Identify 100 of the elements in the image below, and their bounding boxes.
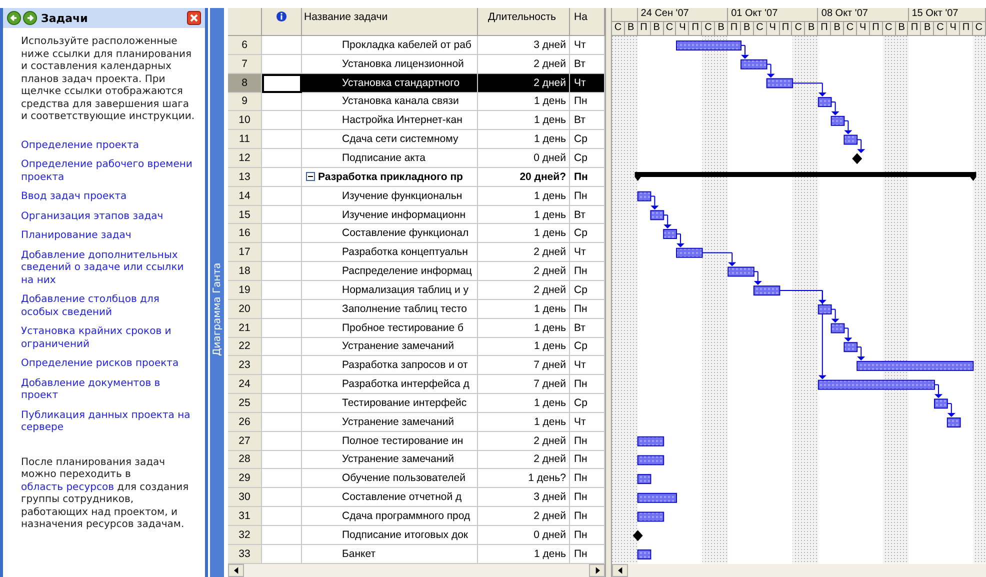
task-row[interactable]: 18 Распределение информац 2 дней Пн [228, 262, 605, 281]
task-row[interactable]: 15 Изучение информационн 1 день Вт [228, 206, 605, 224]
task-row[interactable]: 29 Обучение пользователей 1 день? Пн [228, 469, 605, 488]
task-row[interactable]: 19 Нормализация таблиц и у 2 дней Ср [228, 280, 605, 300]
task-row[interactable]: 17 Разработка концептуальн 2 дней Чт [228, 243, 605, 262]
collapse-icon[interactable] [306, 172, 315, 182]
task-row[interactable]: 11 Сдача сети системному 1 день Ср [228, 130, 605, 150]
milestone-diamond[interactable] [852, 153, 862, 164]
task-bar[interactable] [830, 116, 845, 126]
row-number[interactable]: 23 [228, 356, 262, 376]
row-number[interactable]: 14 [228, 186, 262, 206]
task-bar[interactable] [753, 286, 780, 296]
task-row[interactable]: 12 Подписание акта 0 дней Ср [228, 149, 605, 168]
task-bar[interactable] [766, 78, 794, 88]
row-number[interactable]: 21 [228, 318, 262, 338]
column-header[interactable]: Длительность [478, 8, 570, 36]
task-bar[interactable] [844, 134, 858, 145]
row-number[interactable]: 24 [228, 375, 262, 394]
row-number[interactable]: 15 [228, 206, 262, 224]
task-bar[interactable] [637, 455, 664, 466]
task-row[interactable]: 33 Банкет 1 день Пн [228, 544, 605, 564]
task-bar[interactable] [844, 342, 858, 352]
task-link[interactable]: Установка крайних сроков и ограничений [21, 326, 197, 351]
scroll-left-button[interactable] [612, 564, 628, 577]
task-bar[interactable] [637, 474, 652, 484]
column-header[interactable]: На [570, 8, 605, 36]
row-number[interactable]: 31 [228, 507, 262, 526]
task-link[interactable]: Определение рабочего времени проекта [21, 159, 197, 184]
task-link[interactable]: Добавление дополнительных сведений о задаче или ссылки на них [21, 250, 197, 287]
row-number[interactable]: 29 [228, 469, 262, 488]
milestone-diamond[interactable] [632, 530, 643, 542]
task-link[interactable]: Определение рисков проекта [21, 358, 197, 370]
task-bar[interactable] [637, 549, 652, 560]
resources-link[interactable]: область ресурсов [21, 482, 114, 492]
row-number[interactable]: 32 [228, 526, 262, 545]
task-link[interactable]: Определение проекта [21, 140, 197, 152]
task-row[interactable]: 13 Разработка прикладного пр 20 дней? Пн [228, 168, 605, 187]
task-row[interactable]: 14 Изучение функциональн 1 день Пн [228, 186, 605, 206]
task-bar[interactable] [740, 59, 768, 70]
task-row[interactable]: 6 Прокладка кабелей от раб 3 дней Чт [228, 36, 605, 55]
task-link[interactable]: Добавление столбцов для особых сведений [21, 294, 197, 319]
row-number[interactable]: 7 [228, 54, 262, 74]
task-row[interactable]: 31 Сдача программного прод 2 дней Пн [228, 507, 605, 526]
forward-icon[interactable] [23, 11, 37, 25]
summary-bar[interactable] [634, 172, 976, 181]
column-header[interactable]: Название задачи [302, 8, 478, 36]
row-number[interactable]: 20 [228, 300, 262, 319]
row-number[interactable]: 16 [228, 224, 262, 244]
task-bar[interactable] [637, 492, 677, 503]
row-number[interactable]: 22 [228, 338, 262, 356]
row-number[interactable]: 27 [228, 432, 262, 451]
task-row[interactable]: 22 Устранение замечаний 1 день Ср [228, 338, 605, 356]
row-number[interactable]: 33 [228, 544, 262, 564]
task-row[interactable]: 28 Устранение замечаний 2 дней Пн [228, 450, 605, 470]
row-number[interactable]: 6 [228, 36, 262, 55]
task-row[interactable]: 25 Тестирование интерфейс 1 день Ср [228, 394, 605, 413]
row-number[interactable]: 30 [228, 488, 262, 508]
task-row[interactable]: 7 Установка лицензионной 2 дней Вт [228, 54, 605, 74]
row-number[interactable]: 18 [228, 262, 262, 281]
task-link[interactable]: Ввод задач проекта [21, 191, 197, 204]
task-bar[interactable] [676, 40, 742, 50]
row-number[interactable]: 28 [228, 450, 262, 470]
row-number[interactable]: 11 [228, 130, 262, 150]
task-bar[interactable] [818, 380, 935, 390]
task-bar[interactable] [946, 418, 961, 428]
task-link[interactable]: Планирование задач [21, 230, 197, 242]
row-number[interactable]: 10 [228, 111, 262, 130]
row-number[interactable]: 19 [228, 280, 262, 300]
task-row[interactable]: 8 Установка стандартного 2 дней Чт [228, 74, 605, 93]
corner-cell[interactable] [228, 8, 262, 36]
task-bar[interactable] [637, 436, 664, 446]
task-bar[interactable] [728, 266, 754, 277]
row-number[interactable]: 12 [228, 149, 262, 168]
task-bar[interactable] [650, 210, 664, 220]
task-link[interactable]: Организация этапов задач [21, 210, 197, 223]
scroll-left-button[interactable] [228, 564, 244, 577]
task-row[interactable]: 16 Составление функционал 1 день Ср [228, 224, 605, 244]
task-bar[interactable] [818, 97, 832, 108]
task-bar[interactable] [818, 304, 832, 314]
task-row[interactable]: 20 Заполнение таблиц тесто 1 день Пн [228, 300, 605, 319]
task-row[interactable]: 23 Разработка запросов и от 7 дней Чт [228, 356, 605, 376]
task-row[interactable]: 10 Настройка Интернет-кан 1 день Вт [228, 111, 605, 130]
task-bar[interactable] [637, 512, 664, 522]
task-link[interactable]: Добавление документов в проект [21, 378, 197, 402]
task-bar[interactable] [637, 191, 652, 202]
row-number[interactable]: 13 [228, 168, 262, 187]
row-number[interactable]: 25 [228, 394, 262, 413]
task-row[interactable]: 26 Устранение замечаний 1 день Чт [228, 412, 605, 432]
task-row[interactable]: 27 Полное тестирование ин 2 дней Пн [228, 432, 605, 451]
task-row[interactable]: 32 Подписание итоговых док 0 дней Пн [228, 526, 605, 545]
task-bar[interactable] [663, 229, 677, 239]
task-row[interactable]: 24 Разработка интерфейса д 7 дней Пн [228, 375, 605, 394]
row-number[interactable]: 9 [228, 92, 262, 112]
task-row[interactable]: 21 Пробное тестирование б 1 день Вт [228, 318, 605, 338]
row-number[interactable]: 8 [228, 74, 262, 93]
scroll-right-button[interactable] [589, 564, 605, 577]
task-row[interactable]: 9 Установка канала связи 1 день Пн [228, 92, 605, 112]
task-row[interactable]: 30 Составление отчетной д 3 дней Пн [228, 488, 605, 508]
row-number[interactable]: 26 [228, 412, 262, 432]
row-number[interactable]: 17 [228, 243, 262, 262]
